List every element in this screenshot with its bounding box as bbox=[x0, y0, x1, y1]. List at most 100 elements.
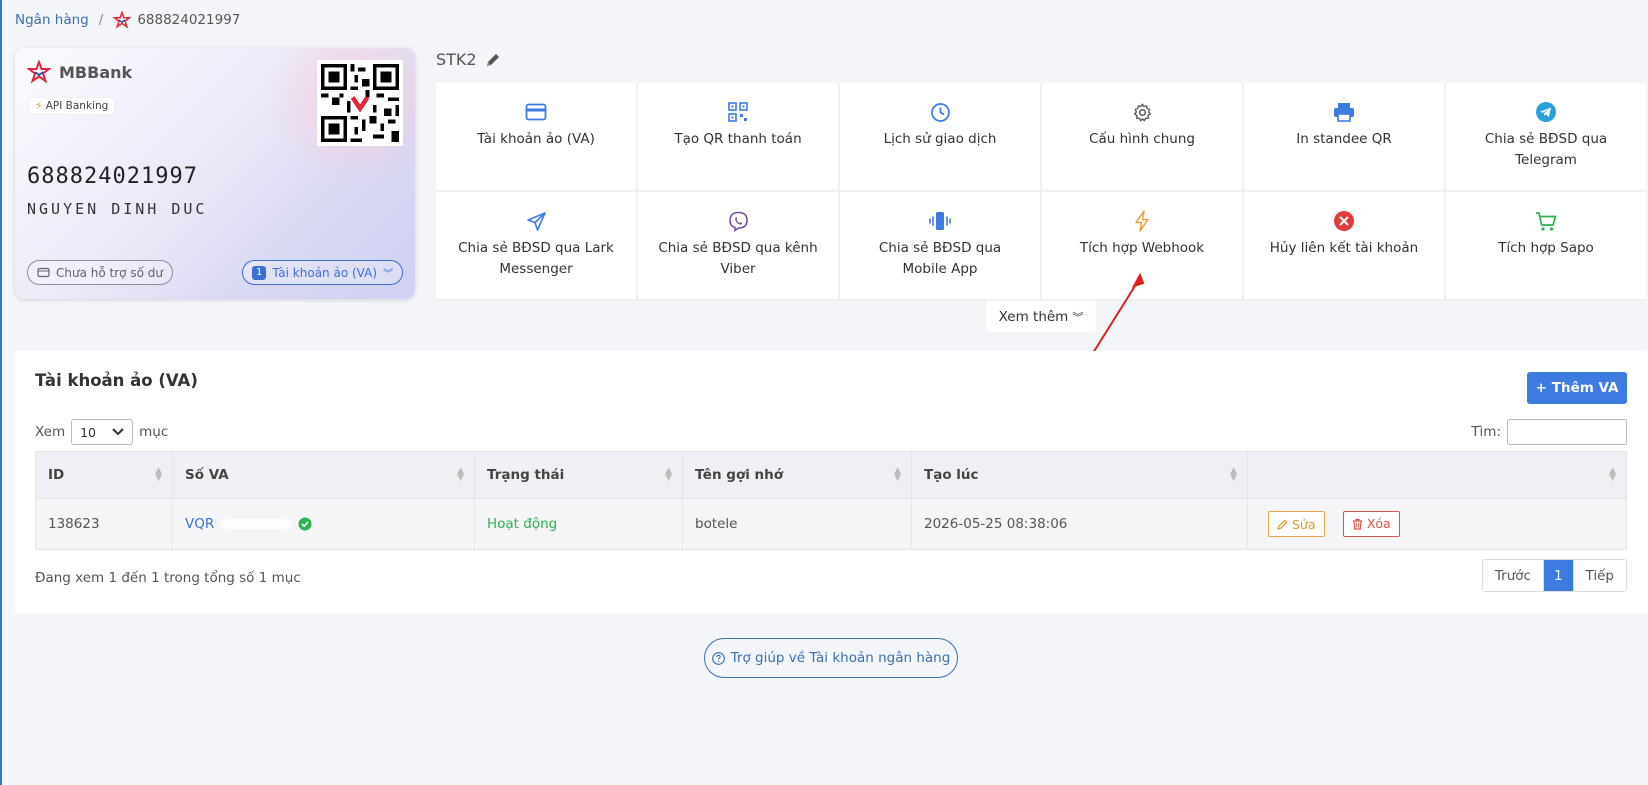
feature-label: Cấu hình chung bbox=[1089, 131, 1195, 147]
search-label: Tìm: bbox=[1471, 424, 1501, 440]
feature-label: Tích hợp Sapo bbox=[1498, 240, 1594, 256]
sort-icon: ▲ ▼ bbox=[665, 466, 672, 483]
column-header-status[interactable]: Trạng thái ▲ ▼ bbox=[474, 451, 683, 499]
column-header-nickname[interactable]: Tên gợi nhớ ▲ ▼ bbox=[682, 451, 912, 499]
add-va-button[interactable]: + Thêm VA bbox=[1527, 372, 1627, 404]
balance-pill[interactable]: Chưa hỗ trợ số dư bbox=[27, 260, 173, 285]
qr-code-icon bbox=[321, 64, 399, 142]
column-header-id[interactable]: ID ▲ ▼ bbox=[35, 451, 173, 499]
feature-sapo[interactable]: Tích hợp Sapo bbox=[1446, 192, 1646, 299]
column-header-created[interactable]: Tạo lúc ▲ ▼ bbox=[911, 451, 1248, 499]
table-header-row: ID ▲ ▼ Số VA ▲ ▼ Trạng thái ▲ ▼ Tên gợi nhớ ▲ ▼ … bbox=[35, 451, 1627, 499]
page-size-select[interactable]: 10 bbox=[71, 419, 134, 445]
breadcrumb-separator: / bbox=[98, 12, 104, 28]
feature-label: Hủy liên kết tài khoản bbox=[1269, 240, 1419, 256]
va-pill-label: Tài khoản ảo (VA) bbox=[272, 265, 377, 280]
column-label: Số VA bbox=[185, 467, 229, 483]
feature-webhook[interactable]: Tích hợp Webhook bbox=[1042, 192, 1242, 299]
help-label: Trợ giúp về Tài khoản ngân hàng bbox=[730, 650, 951, 666]
check-circle-icon bbox=[298, 517, 312, 531]
feature-label: Chia sẻ BĐSD qua Mobile App bbox=[878, 240, 1002, 277]
column-label: Trạng thái bbox=[487, 467, 565, 483]
feature-settings[interactable]: Cấu hình chung bbox=[1042, 83, 1242, 190]
chevron-double-down-icon: ︾ bbox=[1072, 310, 1084, 324]
column-label: Tạo lúc bbox=[924, 467, 979, 483]
sort-icon: ▲ ▼ bbox=[457, 466, 464, 483]
gear-icon bbox=[1133, 103, 1151, 121]
account-label: STK2 bbox=[436, 50, 501, 69]
va-pill[interactable]: 1 Tài khoản ảo (VA) ︾ bbox=[242, 260, 403, 285]
pagination-next[interactable]: Tiếp bbox=[1572, 560, 1626, 591]
pagination: Trước 1 Tiếp bbox=[1481, 559, 1627, 592]
sort-icon: ▲ ▼ bbox=[1609, 466, 1616, 483]
feature-viber[interactable]: Chia sẻ BĐSD qua kênh Viber bbox=[638, 192, 838, 299]
card-account-number: 688824021997 bbox=[27, 164, 198, 189]
column-header-va[interactable]: Số VA ▲ ▼ bbox=[172, 451, 475, 499]
window-edge bbox=[0, 0, 2, 785]
feature-mobile-app[interactable]: Chia sẻ BĐSD qua Mobile App bbox=[840, 192, 1040, 299]
wallet-icon bbox=[37, 267, 50, 278]
column-header-actions[interactable]: ▲ ▼ bbox=[1247, 451, 1627, 499]
va-table: ID ▲ ▼ Số VA ▲ ▼ Trạng thái ▲ ▼ Tên gợi nhớ ▲ ▼ … bbox=[35, 451, 1627, 550]
va-count-badge: 1 bbox=[252, 265, 267, 280]
api-banking-badge: ⚡ API Banking bbox=[29, 98, 115, 114]
cell-id: 138623 bbox=[35, 498, 173, 550]
feature-create-qr[interactable]: Tạo QR thanh toán bbox=[638, 83, 838, 190]
feature-va[interactable]: Tài khoản ảo (VA) bbox=[436, 83, 636, 190]
edit-button[interactable]: Sửa bbox=[1268, 511, 1325, 538]
table-info: Đang xem 1 đến 1 trong tổng số 1 mục bbox=[35, 570, 301, 586]
sort-icon: ▲ ▼ bbox=[155, 466, 162, 483]
va-panel-title: Tài khoản ảo (VA) bbox=[35, 371, 198, 390]
feature-grid: Tài khoản ảo (VA) Tạo QR thanh toán Lịch… bbox=[436, 83, 1646, 301]
add-va-label: Thêm VA bbox=[1551, 380, 1619, 396]
feature-label: Tạo QR thanh toán bbox=[674, 131, 802, 147]
mobile-icon bbox=[929, 212, 951, 230]
cell-actions: Sửa Xóa bbox=[1247, 498, 1627, 550]
page-size-value: 10 bbox=[80, 424, 97, 440]
telegram-icon bbox=[1536, 102, 1556, 122]
va-link[interactable]: VQR bbox=[185, 516, 312, 532]
see-more-label: Xem thêm bbox=[998, 308, 1069, 325]
feature-telegram[interactable]: Chia sẻ BĐSD qua Telegram bbox=[1446, 83, 1646, 190]
cell-status: Hoạt động bbox=[474, 498, 683, 550]
account-label-text: STK2 bbox=[436, 50, 477, 69]
help-button[interactable]: Trợ giúp về Tài khoản ngân hàng bbox=[704, 638, 958, 678]
pencil-icon[interactable] bbox=[485, 52, 501, 68]
qr-icon bbox=[728, 102, 748, 122]
search-input[interactable] bbox=[1507, 419, 1627, 445]
breadcrumb-bank-link[interactable]: Ngân hàng bbox=[15, 12, 89, 28]
breadcrumb-current: 688824021997 bbox=[113, 11, 240, 29]
table-row: 138623 VQR Hoạt động botele 2026-05-25 0… bbox=[35, 498, 1627, 550]
feature-lark[interactable]: Chia sẻ BĐSD qua Lark Messenger bbox=[436, 192, 636, 299]
close-circle-icon bbox=[1334, 211, 1354, 231]
bolt-icon bbox=[1135, 210, 1149, 232]
feature-label: Tài khoản ảo (VA) bbox=[477, 131, 595, 147]
show-label: Xem bbox=[35, 424, 66, 440]
cell-created: 2026-05-25 08:38:06 bbox=[911, 498, 1248, 550]
feature-label: Tích hợp Webhook bbox=[1079, 240, 1205, 256]
delete-button[interactable]: Xóa bbox=[1342, 510, 1400, 537]
delete-label: Xóa bbox=[1366, 516, 1391, 532]
feature-label: Chia sẻ BĐSD qua Lark Messenger bbox=[458, 240, 614, 277]
pagination-prev[interactable]: Trước bbox=[1482, 560, 1544, 591]
feature-unlink[interactable]: Hủy liên kết tài khoản bbox=[1244, 192, 1444, 299]
pagination-page[interactable]: 1 bbox=[1543, 560, 1573, 591]
balance-label: Chưa hỗ trợ số dư bbox=[56, 265, 163, 280]
va-prefix: VQR bbox=[185, 516, 215, 532]
see-more-button[interactable]: Xem thêm ︾ bbox=[986, 301, 1096, 332]
printer-icon bbox=[1334, 103, 1354, 122]
cell-va: VQR bbox=[172, 498, 475, 550]
card-holder-name: NGUYEN DINH DUC bbox=[27, 200, 208, 218]
feature-print-standee[interactable]: In standee QR bbox=[1244, 83, 1444, 190]
plus-icon: + bbox=[1535, 380, 1547, 396]
history-icon bbox=[930, 102, 950, 122]
viber-icon bbox=[728, 211, 748, 232]
question-circle-icon bbox=[711, 651, 725, 665]
entries-label: mục bbox=[139, 424, 169, 440]
column-label: ID bbox=[48, 467, 65, 483]
feature-history[interactable]: Lịch sử giao dịch bbox=[840, 83, 1040, 190]
trash-icon bbox=[1352, 518, 1362, 530]
pencil-icon bbox=[1277, 519, 1288, 530]
chevron-double-down-icon: ︾ bbox=[383, 269, 393, 280]
page-size-control: Xem 10 mục bbox=[35, 419, 168, 445]
